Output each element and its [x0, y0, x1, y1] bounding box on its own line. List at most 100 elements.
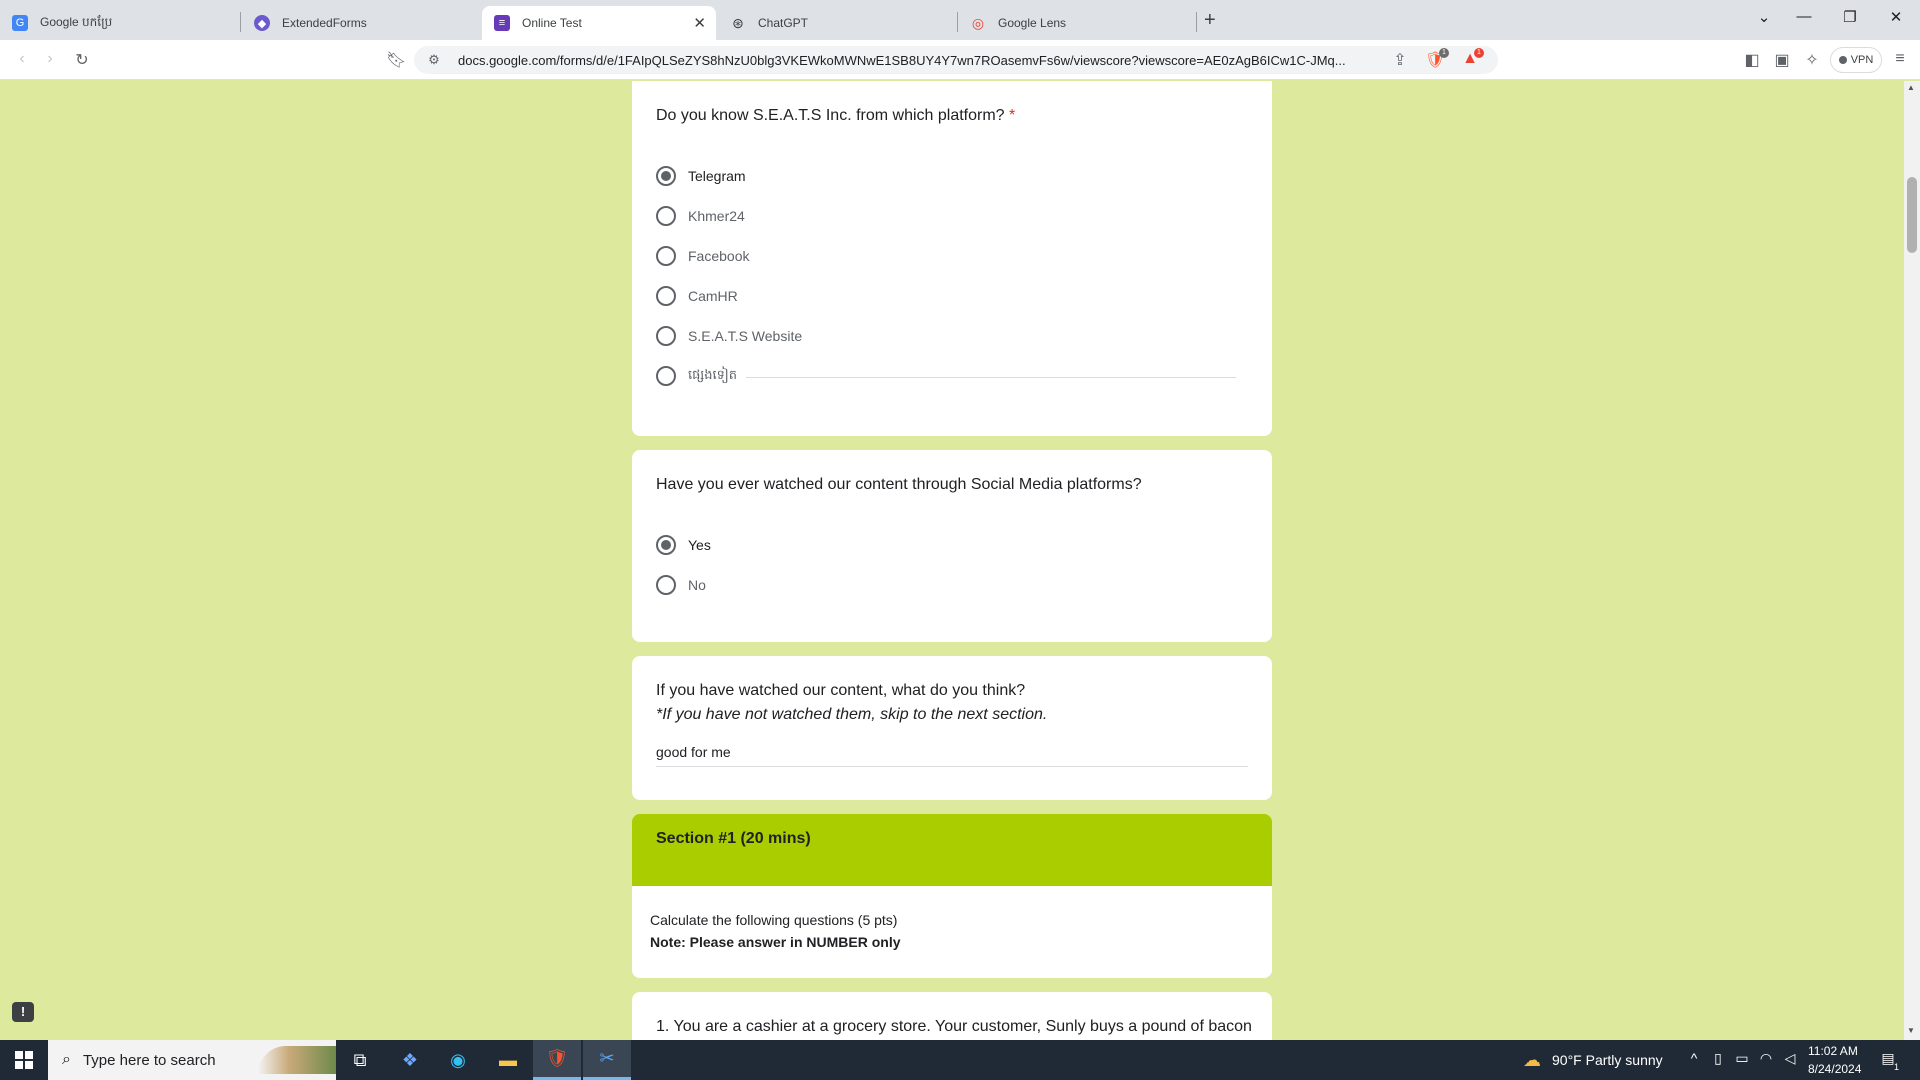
leo-ai-icon[interactable]: ✧ [1802, 50, 1822, 70]
start-button[interactable] [0, 1040, 48, 1080]
option-label: Telegram [688, 168, 746, 184]
question-title: If you have watched our content, what do… [656, 682, 1026, 699]
file-explorer-icon[interactable]: ▬ [484, 1040, 532, 1080]
clock-date[interactable]: 8/24/2024 [1808, 1062, 1861, 1076]
question-card-platform: Do you know S.E.A.T.S Inc. from which pl… [632, 81, 1272, 436]
wallet-icon[interactable]: ▣ [1772, 50, 1792, 70]
tab-title: ExtendedForms [282, 16, 367, 30]
tab-extendedforms[interactable]: ◆ ExtendedForms [242, 6, 480, 40]
brave-shields-badge: 1 [1439, 48, 1449, 58]
google-forms-icon: ≡ [494, 15, 510, 31]
radio-icon[interactable] [656, 246, 676, 266]
vpn-button[interactable]: VPN [1830, 47, 1882, 73]
bookmark-icon[interactable]: 🔖︎ [386, 50, 406, 70]
chatgpt-icon: ⊛ [732, 14, 744, 31]
close-window-icon[interactable]: ✕ [1884, 8, 1908, 26]
new-tab-icon[interactable]: + [1204, 9, 1216, 32]
google-translate-icon: G [12, 15, 28, 31]
windows-logo-icon [15, 1051, 33, 1069]
battery-icon[interactable]: ▭ [1732, 1050, 1752, 1067]
radio-selected-icon[interactable] [656, 535, 676, 555]
option-no[interactable]: No [656, 573, 706, 597]
radio-selected-icon[interactable] [656, 166, 676, 186]
notification-count: 1 [1894, 1062, 1900, 1072]
question-card-opinion: If you have watched our content, what do… [632, 656, 1272, 800]
weather-icon[interactable]: ☁ [1522, 1050, 1542, 1071]
short-answer-field[interactable]: good for me [656, 744, 1248, 767]
section-description-card: Calculate the following questions (5 pts… [632, 886, 1272, 978]
back-icon[interactable]: ‹ [12, 50, 32, 68]
url-text: docs.google.com/forms/d/e/1FAIpQLSeZYS8h… [458, 53, 1346, 68]
tab-google-lens[interactable]: ◎ Google Lens [958, 6, 1196, 40]
show-hidden-icons-icon[interactable]: ^ [1684, 1050, 1704, 1066]
volume-icon[interactable]: ◁ [1780, 1050, 1800, 1067]
search-placeholder: Type here to search [82, 1051, 216, 1069]
restore-icon[interactable]: ❐ [1838, 8, 1862, 26]
vpn-label: VPN [1850, 54, 1874, 66]
option-telegram[interactable]: Telegram [656, 164, 746, 188]
browser-toolbar: ‹ › ↻ 🔖︎ ⚙ docs.google.com/forms/d/e/1FA… [0, 40, 1920, 80]
question-text: Do you know S.E.A.T.S Inc. from which pl… [656, 107, 1005, 124]
radio-icon[interactable] [656, 575, 676, 595]
tab-google-translate[interactable]: G Google បកប្រែ [0, 6, 240, 40]
vpn-status-icon [1838, 56, 1847, 64]
tab-separator [1196, 12, 1197, 32]
taskbar-search-box[interactable]: ⌕ Type here to search [48, 1040, 336, 1080]
option-label: Khmer24 [688, 208, 745, 224]
radio-icon[interactable] [656, 326, 676, 346]
tab-title: ChatGPT [758, 16, 809, 30]
search-highlight-image [258, 1046, 336, 1074]
tab-chatgpt[interactable]: ⊛ ChatGPT [718, 6, 956, 40]
sidebar-icon[interactable]: ◧ [1742, 50, 1762, 70]
extendedforms-icon: ◆ [254, 15, 270, 31]
search-icon: ⌕ [62, 1051, 71, 1068]
option-yes[interactable]: Yes [656, 533, 711, 557]
clock-time[interactable]: 11:02 AM [1808, 1044, 1858, 1058]
option-facebook[interactable]: Facebook [656, 244, 749, 268]
section-header: Section #1 (20 mins) [632, 814, 1272, 886]
radio-icon[interactable] [656, 206, 676, 226]
brave-browser-icon[interactable]: 🛡︎ [533, 1040, 581, 1080]
question-subtitle: *If you have not watched them, skip to t… [656, 706, 1048, 723]
question-card-cashier: 1. You are a cashier at a grocery store.… [632, 992, 1272, 1040]
radio-icon[interactable] [656, 286, 676, 306]
minimize-icon[interactable]: — [1792, 8, 1816, 25]
reload-icon[interactable]: ↻ [72, 50, 92, 70]
scroll-up-icon[interactable]: ▲ [1907, 83, 1915, 92]
tab-search-chevron-icon[interactable]: ⌄ [1752, 8, 1776, 26]
site-settings-icon[interactable]: ⚙ [424, 52, 444, 68]
tab-online-test[interactable]: ≡ Online Test ✕ [482, 6, 716, 40]
question-card-social-media: Have you ever watched our content throug… [632, 450, 1272, 642]
required-asterisk: * [1009, 107, 1016, 124]
report-feedback-icon[interactable]: ! [12, 1002, 34, 1022]
meet-now-icon[interactable]: ▯ [1708, 1050, 1728, 1067]
radio-icon[interactable] [656, 366, 676, 386]
share-icon[interactable]: ⇪ [1390, 50, 1410, 70]
page-scrollbar[interactable]: ▲ ▼ [1904, 81, 1920, 1040]
tab-title: Online Test [522, 16, 582, 30]
close-tab-icon[interactable]: ✕ [693, 14, 706, 32]
option-label: Facebook [688, 248, 750, 264]
snipping-tool-icon[interactable]: ✂ [583, 1040, 631, 1080]
option-khmer24[interactable]: Khmer24 [656, 204, 745, 228]
forward-icon[interactable]: › [40, 50, 60, 68]
option-label: ផ្សេងទៀត [688, 366, 738, 382]
option-label: CamHR [688, 288, 738, 304]
option-seats-website[interactable]: S.E.A.T.S Website [656, 324, 802, 348]
network-icon[interactable]: ◠ [1756, 1050, 1776, 1067]
google-lens-icon: ◎ [971, 14, 985, 31]
menu-icon[interactable]: ≡ [1890, 50, 1910, 68]
copilot-icon[interactable]: ❖ [386, 1040, 434, 1080]
option-camhr[interactable]: CamHR [656, 284, 738, 308]
edge-icon[interactable]: ◉ [434, 1040, 482, 1080]
scroll-down-icon[interactable]: ▼ [1907, 1026, 1915, 1035]
option-label: No [688, 577, 706, 593]
other-text-field[interactable] [746, 377, 1236, 378]
option-other[interactable]: ផ្សេងទៀត [656, 364, 737, 388]
rewards-badge: 1 [1474, 48, 1484, 58]
question-title: 1. You are a cashier at a grocery store.… [656, 1018, 1252, 1035]
scrollbar-thumb[interactable] [1907, 177, 1917, 253]
task-view-icon[interactable]: ⧉ [336, 1040, 384, 1080]
weather-text[interactable]: 90°F Partly sunny [1552, 1052, 1663, 1068]
address-bar[interactable]: ⚙ docs.google.com/forms/d/e/1FAIpQLSeZYS… [414, 46, 1498, 74]
